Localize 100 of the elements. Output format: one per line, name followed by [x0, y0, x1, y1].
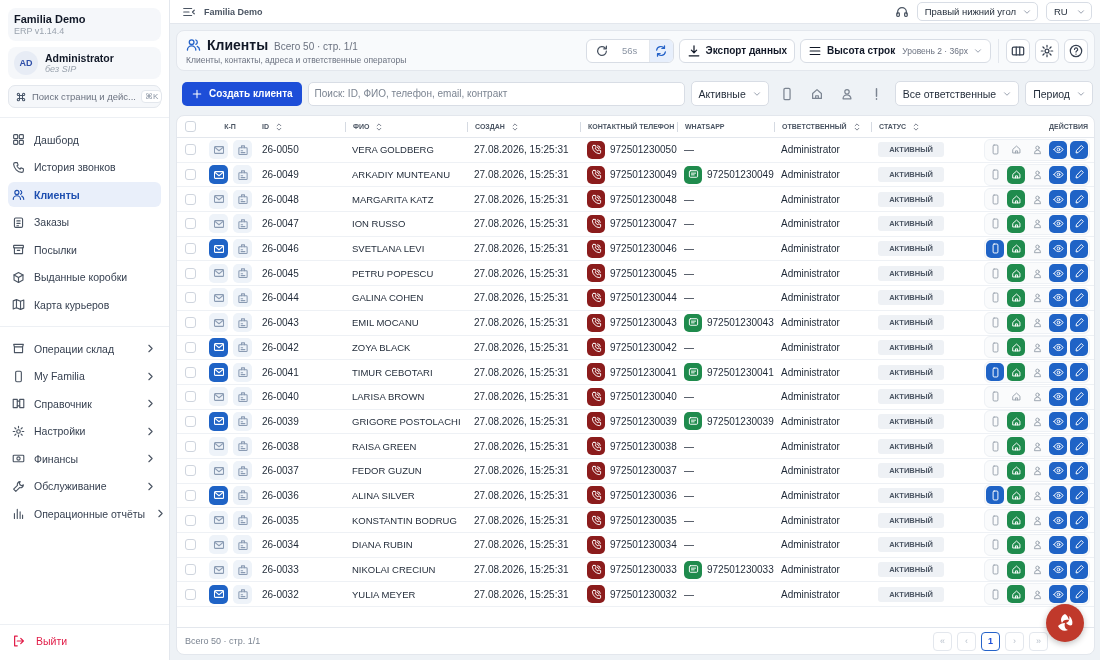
view-button[interactable]	[1049, 486, 1067, 505]
chat-button[interactable]	[684, 165, 702, 184]
call-button[interactable]	[587, 486, 605, 505]
settings-button[interactable]	[1035, 38, 1059, 63]
address-button[interactable]	[1007, 338, 1025, 357]
email-button[interactable]	[209, 189, 228, 209]
status-filter-select[interactable]: Активные	[690, 81, 769, 106]
email-button[interactable]	[209, 510, 228, 530]
address-button[interactable]	[1007, 190, 1025, 209]
contract-button[interactable]	[233, 535, 252, 555]
address-button[interactable]	[1007, 412, 1025, 431]
email-button[interactable]	[209, 461, 228, 481]
row-checkbox[interactable]	[185, 440, 196, 452]
contract-button[interactable]	[233, 214, 252, 234]
email-button[interactable]	[209, 387, 228, 407]
sidebar-item[interactable]: Выданные коробки	[8, 264, 161, 290]
view-button[interactable]	[1049, 190, 1067, 209]
row-checkbox[interactable]	[185, 267, 196, 279]
row-checkbox[interactable]	[185, 588, 196, 600]
edit-button[interactable]	[1070, 412, 1088, 431]
row-checkbox[interactable]	[185, 514, 196, 526]
view-button[interactable]	[1049, 214, 1067, 233]
email-button[interactable]	[209, 313, 228, 333]
create-client-button[interactable]: Создать клиента	[182, 81, 302, 106]
contract-button[interactable]	[233, 263, 252, 283]
call-button[interactable]	[587, 264, 605, 283]
call-button[interactable]	[587, 412, 605, 431]
view-button[interactable]	[1049, 140, 1067, 159]
view-button[interactable]	[1049, 288, 1067, 307]
edit-button[interactable]	[1070, 511, 1088, 530]
call-button[interactable]	[587, 214, 605, 233]
view-button[interactable]	[1049, 412, 1067, 431]
call-button[interactable]	[587, 190, 605, 209]
sidebar-item[interactable]: История звонков	[8, 154, 161, 180]
email-button[interactable]	[209, 263, 228, 283]
email-button[interactable]	[209, 535, 228, 555]
address-button[interactable]	[1007, 437, 1025, 456]
email-button[interactable]	[209, 362, 228, 382]
contract-button[interactable]	[233, 239, 252, 259]
contract-button[interactable]	[233, 288, 252, 308]
sidebar-item[interactable]: Дашборд	[8, 127, 161, 152]
edit-button[interactable]	[1070, 363, 1088, 382]
auto-refresh-toggle[interactable]	[648, 39, 673, 62]
contract-button[interactable]	[233, 584, 252, 604]
call-button[interactable]	[587, 288, 605, 307]
address-button[interactable]	[1007, 239, 1025, 258]
email-button[interactable]	[209, 214, 228, 234]
edit-button[interactable]	[1070, 387, 1088, 406]
sidebar-item[interactable]: Заказы	[8, 209, 161, 235]
chat-button[interactable]	[684, 313, 702, 332]
edit-button[interactable]	[1070, 486, 1088, 505]
contract-button[interactable]	[233, 189, 252, 209]
view-button[interactable]	[1049, 239, 1067, 258]
position-select[interactable]: Правый нижний угол	[916, 2, 1038, 21]
language-select[interactable]: RU	[1046, 2, 1092, 21]
view-button[interactable]	[1049, 387, 1067, 406]
call-button[interactable]	[587, 585, 605, 604]
address-button[interactable]	[1007, 313, 1025, 332]
select-all-checkbox[interactable]	[185, 121, 196, 132]
contract-button[interactable]	[233, 387, 252, 407]
address-button[interactable]	[1007, 288, 1025, 307]
call-button[interactable]	[587, 437, 605, 456]
sidebar-item[interactable]: Клиенты	[8, 182, 161, 207]
chat-button[interactable]	[684, 412, 702, 431]
call-button[interactable]	[587, 140, 605, 159]
call-button[interactable]	[587, 511, 605, 530]
row-height-select[interactable]: Высота строк Уровень 2 · 36px	[800, 38, 991, 63]
user-card[interactable]: AD Administrator без SIP	[8, 47, 161, 79]
edit-button[interactable]	[1070, 140, 1088, 159]
row-checkbox[interactable]	[185, 169, 196, 181]
address-button[interactable]	[1007, 165, 1025, 184]
email-button[interactable]	[209, 485, 228, 505]
email-button[interactable]	[209, 436, 228, 456]
address-button[interactable]	[1007, 511, 1025, 530]
email-button[interactable]	[209, 411, 228, 431]
edit-button[interactable]	[1070, 190, 1088, 209]
address-button[interactable]	[1007, 264, 1025, 283]
call-button[interactable]	[587, 535, 605, 554]
chat-button[interactable]	[684, 560, 702, 579]
call-button[interactable]	[587, 165, 605, 184]
contract-button[interactable]	[233, 165, 252, 185]
view-button[interactable]	[1049, 560, 1067, 579]
row-checkbox[interactable]	[185, 539, 196, 551]
edit-button[interactable]	[1070, 535, 1088, 554]
mobile-app-button[interactable]	[986, 363, 1004, 382]
edit-button[interactable]	[1070, 461, 1088, 480]
view-button[interactable]	[1049, 461, 1067, 480]
row-checkbox[interactable]	[185, 391, 196, 403]
contract-button[interactable]	[233, 337, 252, 357]
email-button[interactable]	[209, 584, 228, 604]
contract-button[interactable]	[233, 140, 252, 160]
row-checkbox[interactable]	[185, 193, 196, 205]
sidebar-group-item[interactable]: Обслуживание	[8, 473, 161, 499]
pagination-button[interactable]: 1	[981, 631, 1000, 651]
sidebar-group-item[interactable]: Операции склад	[8, 336, 161, 361]
edit-button[interactable]	[1070, 239, 1088, 258]
headset-button[interactable]	[894, 4, 909, 19]
row-checkbox[interactable]	[185, 415, 196, 427]
contract-button[interactable]	[233, 436, 252, 456]
sidebar-group-item[interactable]: Справочник	[8, 391, 161, 416]
